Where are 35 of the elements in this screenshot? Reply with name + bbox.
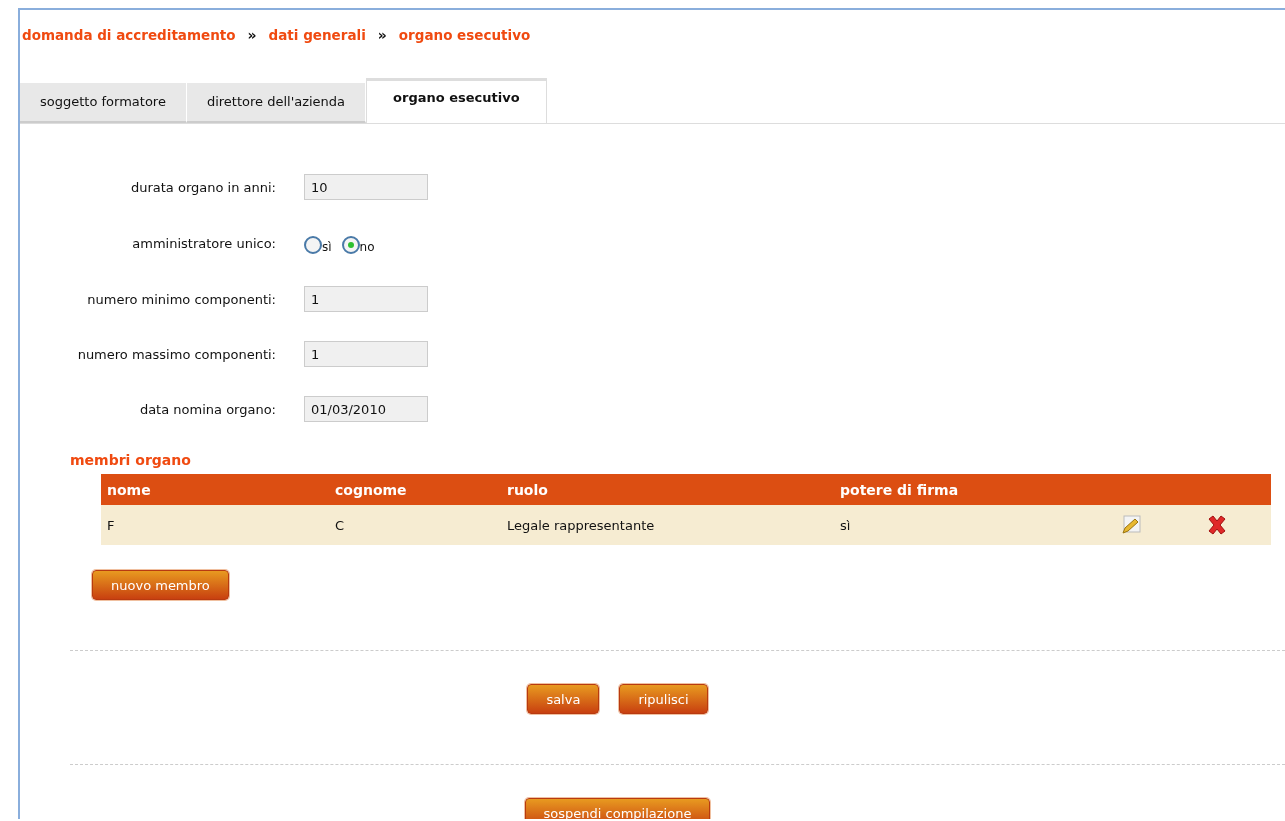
breadcrumb-link[interactable]: domanda di accreditamento [22,27,236,43]
field-label: numero massimo componenti: [76,346,276,362]
input-field[interactable]: 10 [304,174,428,200]
breadcrumb-separator: » [377,27,387,43]
field-label: amministratore unico: [131,235,276,251]
field-label: durata organo in anni: [129,179,276,195]
action-button[interactable]: salva [527,684,600,714]
tab[interactable]: direttore dell'azienda [186,83,367,123]
radio-label: sì [322,240,332,254]
input-field[interactable]: 1 [304,341,428,367]
table-cell: C [335,517,345,533]
column-header: ruolo [507,481,548,498]
radio-button[interactable] [304,236,322,254]
delete-icon[interactable] [1206,515,1228,535]
table-cell: F [107,517,115,533]
table-cell: sì [840,517,851,533]
action-button[interactable]: ripulisci [619,684,708,714]
radio-button[interactable] [341,236,360,254]
input-field[interactable]: 01/03/2010 [304,396,428,422]
new-member-button[interactable]: nuovo membro [92,570,229,600]
input-field[interactable]: 1 [304,286,428,312]
tab[interactable]: soggetto formatore [20,83,187,123]
radio-label: no [359,240,375,254]
column-header: cognome [335,481,407,498]
breadcrumb-link[interactable]: organo esecutivo [398,27,531,43]
breadcrumb-separator: » [247,27,257,43]
edit-pencil-icon[interactable] [1120,515,1142,535]
breadcrumb-link[interactable]: dati generali [268,27,366,43]
table-cell: Legale rappresentante [507,517,655,533]
column-header: nome [107,481,151,498]
tab[interactable]: organo esecutivo [366,78,547,123]
section-title: membri organo [70,452,192,468]
column-header: potere di firma [840,481,959,498]
field-label: data nomina organo: [138,401,276,417]
field-label: numero minimo componenti: [86,291,276,307]
